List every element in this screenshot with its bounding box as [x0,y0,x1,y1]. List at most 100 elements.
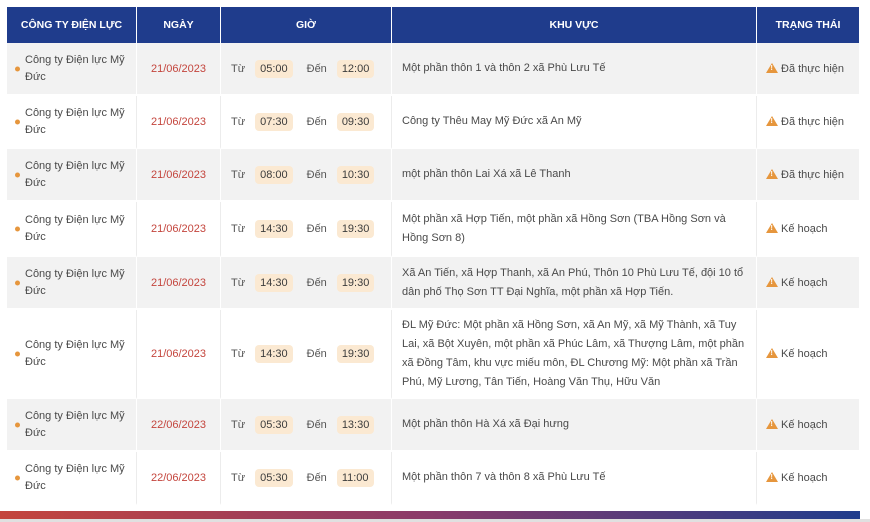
bullet-dot-icon [15,172,20,177]
to-label: Đến [306,168,327,181]
header-date: NGÀY [137,7,221,43]
cell-area: Một phần thôn 7 và thôn 8 xã Phù Lưu Tế [392,452,757,505]
outage-schedule-table: CÔNG TY ĐIỆN LỰC NGÀY GIỜ KHU VỰC TRẠNG … [7,7,859,505]
cell-status: Đã thực hiện [757,149,859,202]
cell-date: 21/06/2023 [137,43,221,96]
time-to: 13:30 [336,415,375,434]
cell-time: Từ 05:00 Đến 12:00 [221,43,392,96]
cell-area: ĐL Mỹ Đức: Một phần xã Hồng Sơn, xã An M… [392,310,757,399]
cell-area: Một phần thôn 1 và thôn 2 xã Phù Lưu Tế [392,43,757,96]
to-label: Đến [306,347,327,360]
warning-icon [766,168,778,179]
cell-status: Kế hoạch [757,399,859,452]
to-label: Đến [306,471,327,484]
from-label: Từ [231,347,246,360]
cell-status: Kế hoạch [757,257,859,310]
from-label: Từ [231,222,246,235]
bullet-dot-icon [15,422,20,427]
cell-status: Đã thực hiện [757,43,859,96]
outage-schedule-table-wrapper: CÔNG TY ĐIỆN LỰC NGÀY GIỜ KHU VỰC TRẠNG … [7,7,859,510]
from-label: Từ [231,418,246,431]
table-row: Công ty Điện lực Mỹ Đức 21/06/2023 Từ 14:30… [7,257,859,310]
cell-date: 22/06/2023 [137,399,221,452]
cell-company: Công ty Điện lực Mỹ Đức [7,452,137,505]
cell-time: Từ 14:30 Đến 19:30 [221,310,392,399]
time-to: 12:00 [336,59,375,78]
warning-icon [766,471,778,482]
status-text: Đã thực hiện [781,168,845,181]
status-text: Kế hoạch [781,471,828,484]
cell-date: 21/06/2023 [137,310,221,399]
from-label: Từ [231,168,246,181]
cell-area: Công ty Thêu May Mỹ Đức xã An Mỹ [392,96,757,149]
warning-icon [766,418,778,429]
time-from: 05:00 [255,59,293,78]
cell-company: Công ty Điện lực Mỹ Đức [7,399,137,452]
company-name: Công ty Điện lực Mỹ Đức [25,106,125,136]
time-from: 14:30 [255,344,293,363]
time-from: 07:30 [255,112,293,131]
cell-time: Từ 05:30 Đến 11:00 [221,452,392,505]
warning-icon [766,115,778,126]
bullet-dot-icon [15,66,20,71]
cell-status: Đã thực hiện [757,96,859,149]
header-time: GIỜ [221,7,392,43]
cell-time: Từ 05:30 Đến 13:30 [221,399,392,452]
status-text: Kế hoạch [781,418,828,431]
cell-status: Kế hoạch [757,452,859,505]
cell-date: 21/06/2023 [137,257,221,310]
from-label: Từ [231,62,246,75]
table-body: Công ty Điện lực Mỹ Đức 21/06/2023 Từ 05:00… [7,43,859,505]
cell-date: 21/06/2023 [137,96,221,149]
time-from: 05:30 [255,415,293,434]
status-text: Đã thực hiện [781,115,845,128]
header-company: CÔNG TY ĐIỆN LỰC [7,7,137,43]
status-text: Kế hoạch [781,222,828,235]
time-to: 09:30 [336,112,375,131]
time-to: 19:30 [336,344,375,363]
cell-time: Từ 08:00 Đến 10:30 [221,149,392,202]
from-label: Từ [231,276,246,289]
cell-status: Kế hoạch [757,310,859,399]
header-area: KHU VỰC [392,7,757,43]
table-row: Công ty Điện lực Mỹ Đức 21/06/2023 Từ 14:30… [7,202,859,257]
company-name: Công ty Điện lực Mỹ Đức [25,159,125,189]
time-to: 10:30 [336,165,375,184]
to-label: Đến [306,418,327,431]
company-name: Công ty Điện lực Mỹ Đức [25,338,125,368]
cell-time: Từ 07:30 Đến 09:30 [221,96,392,149]
cell-area: Một phần thôn Hà Xá xã Đại hưng [392,399,757,452]
company-name: Công ty Điện lực Mỹ Đức [25,409,125,439]
table-row: Công ty Điện lực Mỹ Đức 22/06/2023 Từ 05:30… [7,452,859,505]
cell-area: một phần thôn Lai Xá xã Lê Thanh [392,149,757,202]
from-label: Từ [231,115,246,128]
status-text: Kế hoạch [781,347,828,360]
cell-company: Công ty Điện lực Mỹ Đức [7,96,137,149]
company-name: Công ty Điện lực Mỹ Đức [25,462,125,492]
company-name: Công ty Điện lực Mỹ Đức [25,213,125,243]
table-row: Công ty Điện lực Mỹ Đức 21/06/2023 Từ 07:30… [7,96,859,149]
to-label: Đến [306,115,327,128]
cell-date: 21/06/2023 [137,149,221,202]
bottom-accent-bar [0,511,860,519]
cell-date: 21/06/2023 [137,202,221,257]
bullet-dot-icon [15,475,20,480]
cell-status: Kế hoạch [757,202,859,257]
cell-area: Một phần xã Hợp Tiến, một phần xã Hồng S… [392,202,757,257]
status-text: Đã thực hiện [781,62,845,75]
warning-icon [766,222,778,233]
to-label: Đến [306,222,327,235]
status-text: Kế hoạch [781,276,828,289]
header-status: TRẠNG THÁI [757,7,859,43]
time-from: 14:30 [255,219,293,238]
cell-time: Từ 14:30 Đến 19:30 [221,257,392,310]
warning-icon [766,347,778,358]
cell-time: Từ 14:30 Đến 19:30 [221,202,392,257]
table-row: Công ty Điện lực Mỹ Đức 22/06/2023 Từ 05:30… [7,399,859,452]
cell-date: 22/06/2023 [137,452,221,505]
bullet-dot-icon [15,351,20,356]
time-from: 14:30 [255,273,293,292]
cell-company: Công ty Điện lực Mỹ Đức [7,202,137,257]
time-from: 08:00 [255,165,293,184]
company-name: Công ty Điện lực Mỹ Đức [25,267,125,297]
